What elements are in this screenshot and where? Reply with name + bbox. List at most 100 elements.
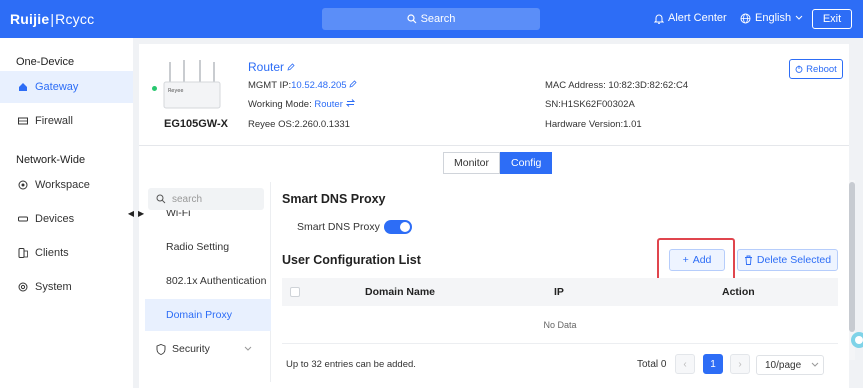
mgmt-ip-link[interactable]: 10.52.48.205 (291, 80, 346, 91)
device-name-text: Router (248, 60, 285, 74)
page-size-select[interactable]: 10/page (756, 355, 824, 375)
online-status-dot (152, 86, 157, 91)
list-title: User Configuration List (282, 253, 421, 267)
logo-sub: Rcycc (55, 11, 95, 27)
total-count: Total 0 (637, 359, 667, 370)
prev-page-button[interactable]: ‹ (675, 354, 695, 374)
user-config-table: Domain Name IP Action No Data (282, 278, 838, 344)
collapse-toggle[interactable]: ◀ ▶ (124, 205, 148, 221)
serial-number: SN:H1SK62F00302A (545, 99, 635, 110)
power-icon (795, 65, 803, 73)
alert-center-label: Alert Center (668, 12, 727, 24)
sidebar-section-network-wide: Network-Wide (16, 154, 86, 166)
tab-monitor[interactable]: Monitor (443, 152, 501, 174)
sidebar-item-gateway[interactable]: Gateway (0, 71, 133, 103)
sidebar-item-system[interactable]: System (0, 271, 133, 303)
chevron-down-icon (244, 346, 252, 351)
logo-separator: | (50, 11, 55, 27)
working-mode-label: Working Mode: (248, 99, 312, 110)
column-ip: IP (554, 286, 564, 298)
chevron-down-icon (795, 15, 803, 20)
globe-icon (740, 13, 751, 23)
device-name[interactable]: Router (248, 60, 295, 74)
switch-icon[interactable] (345, 99, 355, 107)
subnav-search-placeholder: search (172, 193, 203, 205)
edit-icon[interactable] (287, 63, 295, 71)
smart-dns-toggle-label: Smart DNS Proxy (297, 221, 380, 233)
chevron-right-icon: › (738, 358, 742, 370)
sidebar-item-label: Clients (35, 247, 69, 259)
sidebar-item-clients[interactable]: Clients (0, 237, 133, 269)
exit-button[interactable]: Exit (812, 9, 852, 29)
search-icon (406, 14, 416, 24)
subnav-item-domain-proxy[interactable]: Domain Proxy (145, 299, 271, 331)
gear-icon (18, 282, 28, 292)
devices-icon (18, 216, 28, 222)
hardware-version: Hardware Version:1.01 (545, 119, 642, 130)
subnav-item-8021x[interactable]: 802.1x Authentication (145, 265, 271, 297)
subnav-item-security[interactable]: Security (145, 333, 271, 365)
router-image: Reyee (163, 60, 221, 109)
home-icon (19, 83, 27, 91)
chevron-down-icon (811, 362, 819, 367)
language-label: English (755, 12, 792, 24)
mgmt-ip-label: MGMT IP: (248, 80, 292, 91)
column-domain-name: Domain Name (365, 286, 436, 298)
chevron-left-icon: ◀ (127, 208, 134, 218)
view-tabs: Monitor Config (443, 152, 553, 174)
scrollbar-thumb[interactable] (849, 182, 855, 332)
chevron-right-icon: ▶ (138, 208, 145, 218)
page-button-current[interactable]: 1 (703, 354, 723, 374)
search-label: Search (420, 13, 456, 25)
workspace-icon (18, 180, 28, 190)
sidebar-item-label: Workspace (35, 179, 90, 191)
firewall-icon (18, 117, 28, 125)
device-model: EG105GW-X (164, 118, 228, 130)
entries-limit-note: Up to 32 entries can be added. (286, 359, 416, 370)
delete-label: Delete Selected (756, 254, 832, 266)
reboot-button[interactable]: Reboot (789, 59, 843, 79)
edit-icon[interactable] (349, 80, 357, 88)
os-version: Reyee OS:2.260.0.1331 (248, 119, 350, 130)
chevron-left-icon: ‹ (683, 358, 687, 370)
subnav-item-label: Security (172, 343, 210, 355)
smart-dns-toggle[interactable] (384, 220, 412, 234)
assistant-icon[interactable] (845, 322, 863, 358)
subnav-search-input[interactable]: search (148, 188, 264, 210)
shield-icon (156, 343, 166, 355)
working-mode-link[interactable]: Router (314, 99, 343, 110)
tab-config[interactable]: Config (500, 152, 553, 174)
select-all-checkbox[interactable] (290, 287, 300, 297)
router-image-brand: Reyee (168, 88, 183, 94)
sidebar-item-firewall[interactable]: Firewall (0, 105, 133, 137)
sidebar-item-label: Devices (35, 213, 75, 225)
logo-brand: Ruijie (10, 11, 50, 27)
search-icon (156, 194, 166, 204)
language-selector[interactable]: English (740, 12, 803, 24)
section-title: Smart DNS Proxy (282, 192, 386, 206)
page-size-value: 10/page (765, 359, 802, 371)
trash-icon (744, 255, 752, 265)
add-button[interactable]: + Add (669, 249, 725, 271)
sidebar-item-devices[interactable]: Devices (0, 203, 133, 235)
table-header: Domain Name IP Action (282, 278, 838, 306)
table-empty-state: No Data (282, 306, 838, 344)
add-label: Add (692, 254, 712, 266)
global-search[interactable]: Search (322, 8, 540, 30)
next-page-button[interactable]: › (730, 354, 750, 374)
sidebar-item-label: Firewall (35, 115, 73, 127)
sidebar-item-workspace[interactable]: Workspace (0, 169, 133, 201)
sidebar-item-label: System (35, 281, 72, 293)
bell-icon (654, 14, 664, 24)
mgmt-ip-row: MGMT IP:10.52.48.205 (248, 80, 357, 91)
delete-selected-button[interactable]: Delete Selected (737, 249, 838, 271)
plus-icon: + (682, 254, 689, 266)
alert-center-button[interactable]: Alert Center (654, 12, 727, 24)
top-bar: Ruijie|Rcycc Search Alert Center English… (0, 0, 863, 38)
mac-address: MAC Address: 10:82:3D:82:62:C4 (545, 80, 689, 91)
subnav-item-radio-setting[interactable]: Radio Setting (145, 231, 271, 263)
column-action: Action (722, 286, 755, 298)
divider (139, 145, 849, 146)
sidebar-item-label: Gateway (35, 81, 79, 93)
working-mode-row: Working Mode: Router (248, 99, 355, 110)
